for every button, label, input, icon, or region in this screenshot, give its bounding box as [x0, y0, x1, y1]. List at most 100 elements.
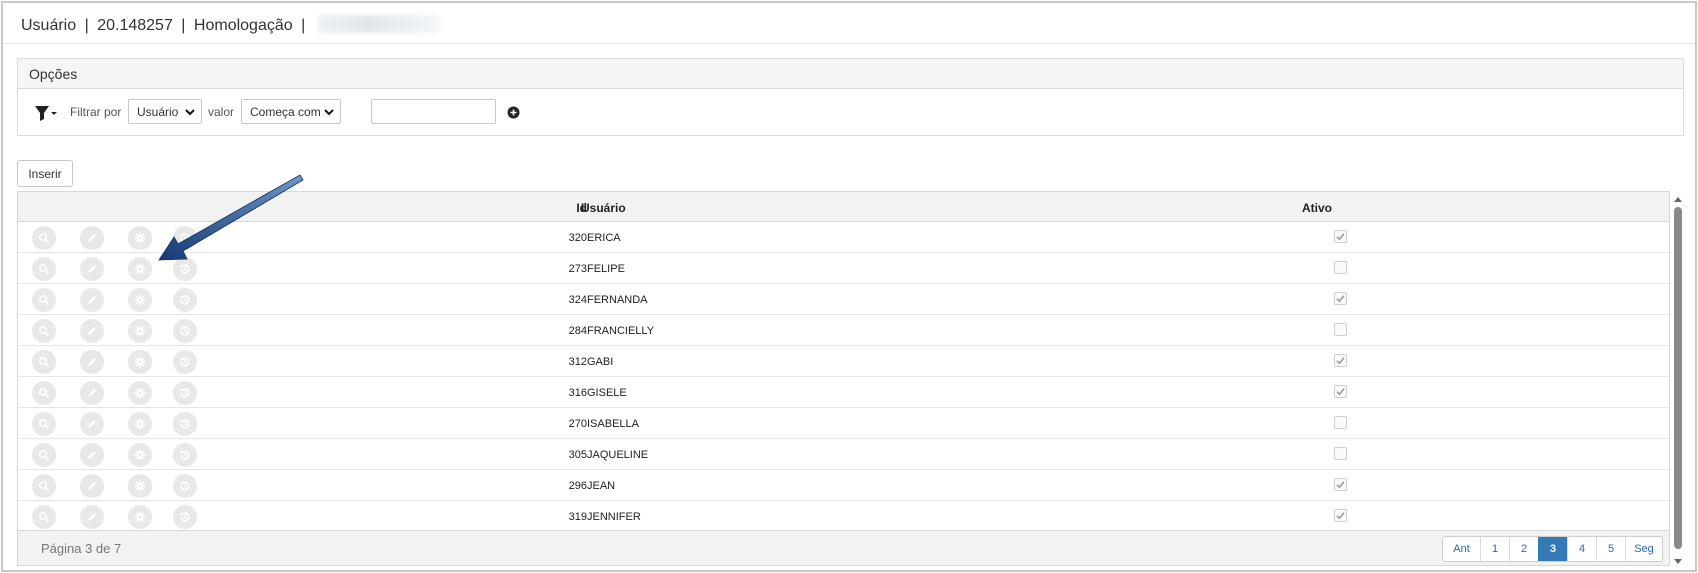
table-row[interactable]: 324 FERNANDA [18, 284, 1669, 315]
table-row[interactable]: 296 JEAN [18, 470, 1669, 501]
options-header: Opções [18, 59, 1683, 89]
table-footer: Página 3 de 7 Ant 1 2 3 4 5 Seg [18, 530, 1669, 565]
chevron-down-icon [323, 106, 335, 118]
search-icon[interactable] [32, 350, 56, 374]
gear-icon[interactable] [128, 443, 152, 467]
filter-operator-value: Começa com [250, 105, 321, 119]
pencil-icon[interactable] [80, 412, 104, 436]
gear-icon[interactable] [128, 505, 152, 529]
history-icon[interactable] [173, 350, 197, 374]
gear-icon[interactable] [128, 474, 152, 498]
history-icon[interactable] [173, 474, 197, 498]
table-row[interactable]: 270 ISABELLA [18, 408, 1669, 439]
checkmark-icon [1336, 357, 1345, 365]
history-icon[interactable] [173, 381, 197, 405]
search-icon[interactable] [32, 257, 56, 281]
pencil-icon[interactable] [80, 288, 104, 312]
pencil-icon[interactable] [80, 350, 104, 374]
history-icon[interactable] [173, 319, 197, 343]
checkmark-icon [1336, 512, 1345, 520]
cell-id: 324 [568, 294, 587, 306]
search-icon[interactable] [32, 381, 56, 405]
title-entity: Usuário [21, 17, 77, 34]
pencil-icon[interactable] [80, 319, 104, 343]
cell-id: 320 [568, 232, 587, 244]
title-separator: | [181, 17, 186, 34]
cell-id: 319 [568, 511, 587, 523]
table-row[interactable]: 305 JAQUELINE [18, 439, 1669, 470]
page-title: Usuário | 20.148257 | Homologação | [3, 3, 1695, 44]
history-icon[interactable] [173, 505, 197, 529]
search-icon[interactable] [32, 474, 56, 498]
checkmark-icon [1336, 481, 1345, 489]
search-icon[interactable] [32, 319, 56, 343]
pager-previous[interactable]: Ant [1443, 537, 1480, 561]
pager-next[interactable]: Seg [1625, 537, 1662, 561]
active-checkbox [1334, 478, 1347, 491]
title-environment: Homologação [193, 17, 293, 34]
insert-button[interactable]: Inserir [17, 160, 73, 187]
pager-page[interactable]: 5 [1596, 537, 1625, 561]
pencil-icon[interactable] [80, 226, 104, 250]
cell-id: 273 [568, 263, 587, 275]
history-icon[interactable] [173, 412, 197, 436]
gear-icon[interactable] [128, 350, 152, 374]
title-separator: | [84, 17, 89, 34]
table-row[interactable]: 316 GISELE [18, 377, 1669, 408]
search-icon[interactable] [32, 505, 56, 529]
filter-field-value: Usuário [137, 105, 179, 119]
active-checkbox [1334, 230, 1347, 243]
scroll-down-arrow-icon[interactable] [1673, 554, 1683, 564]
cell-user: JAQUELINE [587, 449, 649, 461]
pencil-icon[interactable] [80, 474, 104, 498]
table-row[interactable]: 312 GABI [18, 346, 1669, 377]
plus-circle-icon[interactable] [507, 106, 520, 119]
page-info: Página 3 de 7 [41, 541, 122, 556]
column-header-user[interactable]: Usuário [581, 201, 626, 215]
gear-icon[interactable] [128, 319, 152, 343]
search-icon[interactable] [32, 226, 56, 250]
cell-user: FRANCIELLY [587, 325, 655, 337]
search-icon[interactable] [32, 443, 56, 467]
filter-value-input[interactable] [371, 99, 496, 124]
pencil-icon[interactable] [80, 443, 104, 467]
history-icon[interactable] [173, 288, 197, 312]
gear-icon[interactable] [128, 381, 152, 405]
cell-user: ERICA [587, 232, 621, 244]
table-row[interactable]: 284 FRANCIELLY [18, 315, 1669, 346]
filter-field-select[interactable]: Usuário [128, 99, 202, 124]
filter-operator-select[interactable]: Começa com [241, 99, 341, 124]
gear-icon[interactable] [128, 288, 152, 312]
pager-page[interactable]: 1 [1480, 537, 1509, 561]
options-panel: Opções Filtrar por Usuário valor Começa … [17, 58, 1684, 136]
vertical-scrollbar[interactable] [1672, 193, 1684, 564]
cell-user: FERNANDA [587, 294, 648, 306]
pencil-icon[interactable] [80, 257, 104, 281]
cell-user: GISELE [587, 387, 627, 399]
cell-id: 284 [568, 325, 587, 337]
history-icon[interactable] [173, 443, 197, 467]
cell-id: 312 [568, 356, 587, 368]
column-header-active[interactable]: Ativo [1302, 201, 1332, 215]
scrollbar-thumb[interactable] [1674, 207, 1682, 549]
pager-page[interactable]: 2 [1509, 537, 1538, 561]
gear-icon[interactable] [128, 226, 152, 250]
pager-page[interactable]: 4 [1567, 537, 1596, 561]
pencil-icon[interactable] [80, 505, 104, 529]
gear-icon[interactable] [128, 257, 152, 281]
table-row[interactable]: 319 JENNIFER [18, 501, 1669, 532]
gear-icon[interactable] [128, 412, 152, 436]
pencil-icon[interactable] [80, 381, 104, 405]
filter-dropdown-icon[interactable] [34, 103, 60, 123]
cell-user: JEAN [587, 480, 616, 492]
cell-user: ISABELLA [587, 418, 639, 430]
app-window: Usuário | 20.148257 | Homologação | Opçõ… [1, 1, 1697, 572]
checkmark-icon [1336, 295, 1345, 303]
scroll-up-arrow-icon[interactable] [1673, 193, 1683, 203]
cell-user: JENNIFER [587, 511, 641, 523]
search-icon[interactable] [32, 412, 56, 436]
search-icon[interactable] [32, 288, 56, 312]
title-separator: | [301, 17, 306, 34]
pager-page[interactable]: 3 [1538, 537, 1567, 561]
value-label: valor [208, 105, 235, 119]
